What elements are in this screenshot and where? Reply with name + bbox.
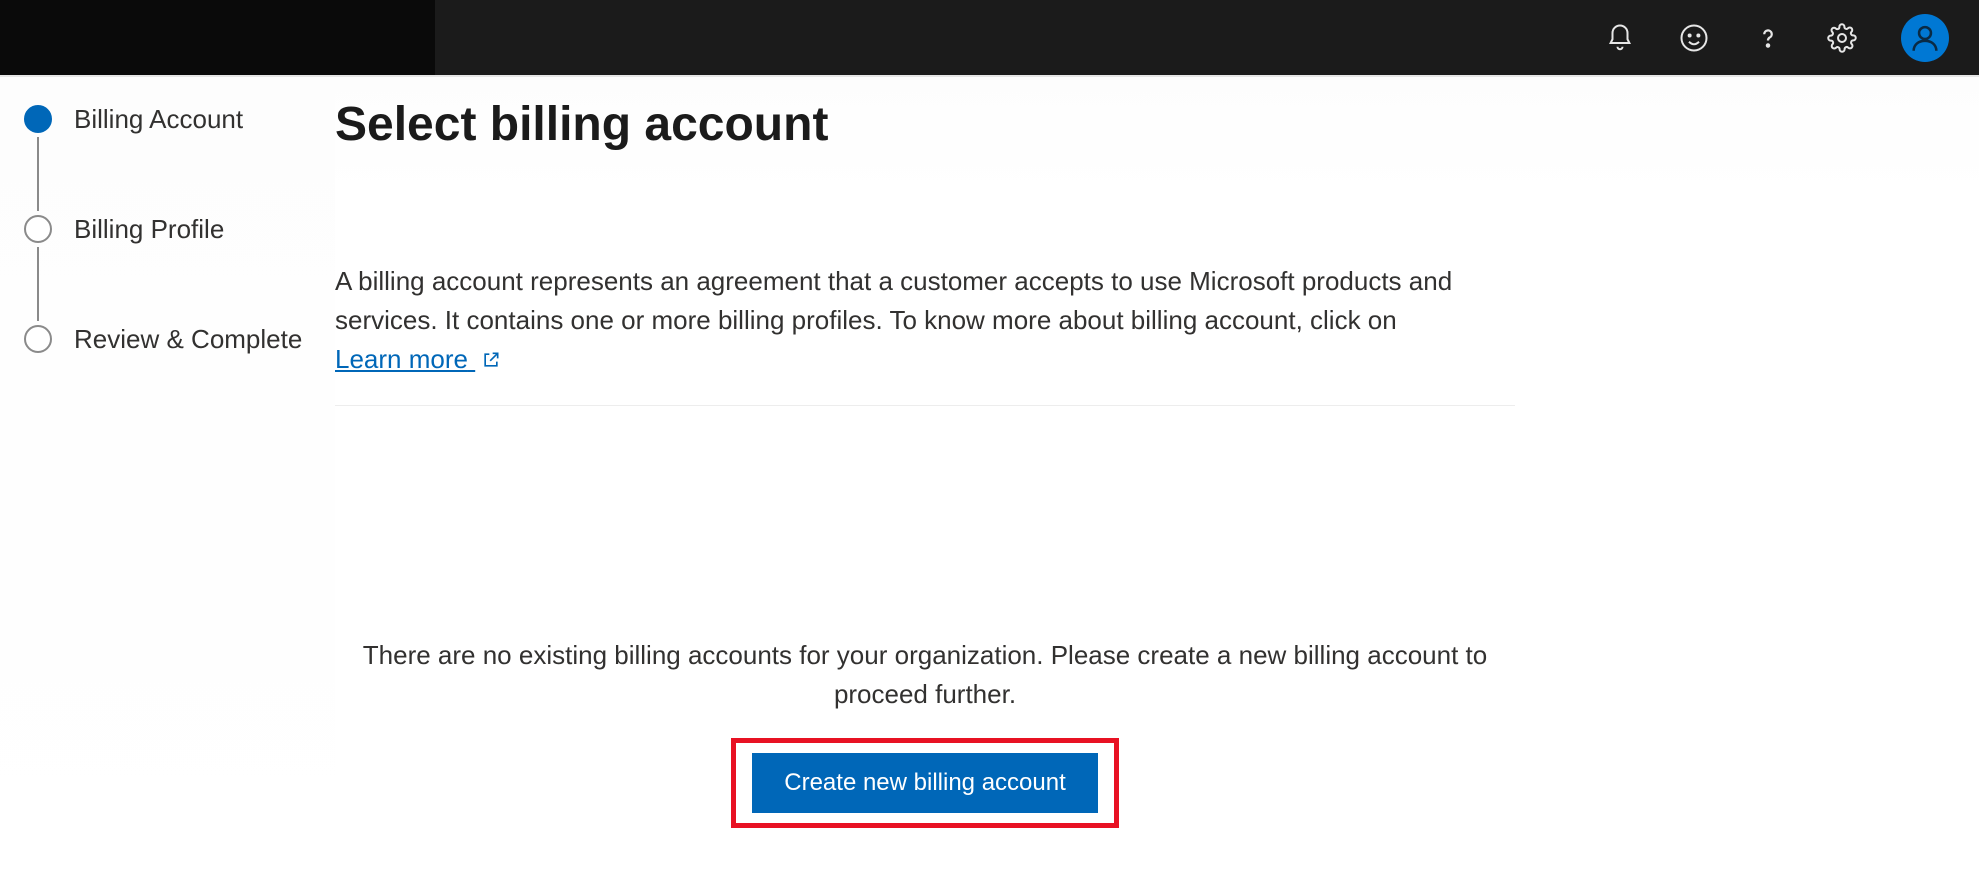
step-billing-account[interactable]: Billing Account [24,101,335,137]
step-indicator-icon [24,105,52,133]
create-new-billing-account-button[interactable]: Create new billing account [752,753,1098,813]
external-link-icon [481,342,501,381]
feedback-smiley-icon[interactable] [1679,23,1709,53]
billing-account-description: A billing account represents an agreemen… [335,262,1515,381]
section-divider [335,405,1515,406]
account-avatar[interactable] [1901,14,1949,62]
step-label: Billing Account [74,104,243,135]
tutorial-highlight-box: Create new billing account [731,738,1119,828]
topbar-brand-area [0,0,435,75]
empty-state: There are no existing billing accounts f… [335,636,1515,828]
notifications-icon[interactable] [1605,23,1635,53]
page-body: Billing Account Billing Profile Review &… [0,75,1979,881]
step-billing-profile[interactable]: Billing Profile [24,211,335,247]
step-connector [37,137,39,211]
help-icon[interactable] [1753,23,1783,53]
step-indicator-icon [24,215,52,243]
empty-state-message: There are no existing billing accounts f… [335,636,1515,714]
settings-gear-icon[interactable] [1827,23,1857,53]
description-text: A billing account represents an agreemen… [335,266,1452,335]
step-connector [37,247,39,321]
wizard-stepper: Billing Account Billing Profile Review &… [0,77,335,881]
step-label: Billing Profile [74,214,224,245]
step-indicator-icon [24,325,52,353]
main-content: Select billing account A billing account… [335,77,1979,881]
page-title: Select billing account [335,97,1919,152]
topbar [0,0,1979,75]
topbar-actions [1605,14,1949,62]
learn-more-label: Learn more [335,344,468,374]
learn-more-link[interactable]: Learn more [335,344,501,374]
step-review-complete[interactable]: Review & Complete [24,321,335,357]
step-label: Review & Complete [74,324,302,355]
